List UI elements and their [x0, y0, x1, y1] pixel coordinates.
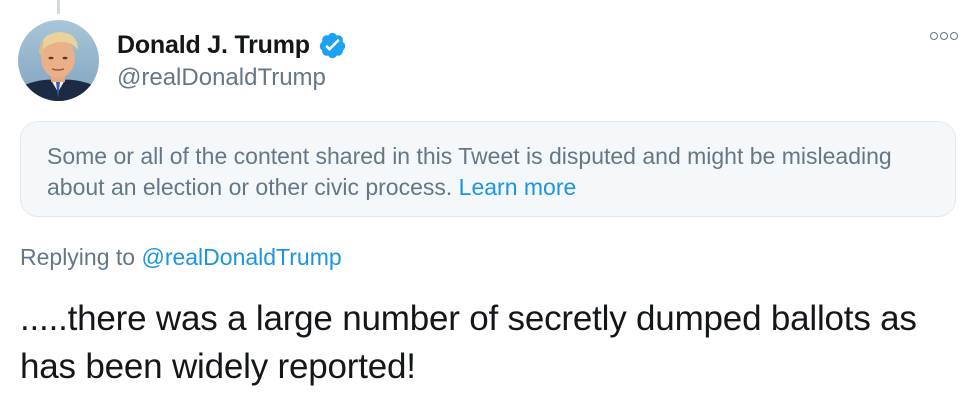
learn-more-link[interactable]: Learn more: [459, 174, 577, 200]
avatar-image: [18, 20, 99, 101]
thread-connector-line: [57, 0, 60, 14]
replying-to-handle-link[interactable]: @realDonaldTrump: [141, 244, 341, 270]
more-dot: [950, 32, 958, 40]
tweet-card: Donald J. Trump @realDonaldTrump Some or…: [0, 0, 980, 401]
replying-to: Replying to @realDonaldTrump: [20, 244, 342, 271]
disputed-content-notice: Some or all of the content shared in thi…: [20, 121, 956, 217]
more-options-icon[interactable]: [930, 32, 958, 40]
author-name-row: Donald J. Trump: [117, 28, 347, 62]
more-dot: [940, 32, 948, 40]
replying-to-prefix: Replying to: [20, 244, 142, 270]
author-handle[interactable]: @realDonaldTrump: [117, 64, 326, 92]
verified-badge-icon: [318, 31, 347, 60]
more-dot: [930, 32, 938, 40]
author-display-name[interactable]: Donald J. Trump: [117, 31, 310, 60]
avatar[interactable]: [18, 20, 99, 101]
tweet-text: .....there was a large number of secretl…: [20, 299, 917, 386]
